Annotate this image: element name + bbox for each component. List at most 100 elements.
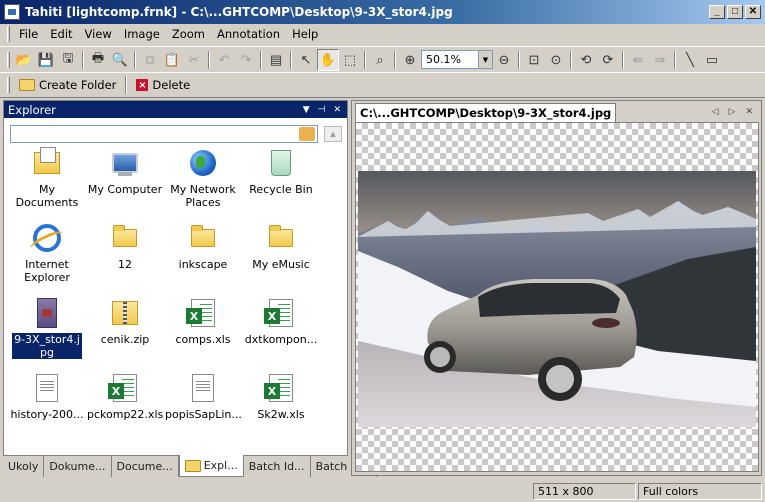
explorer-title: Explorer [8, 102, 56, 117]
close-panel-icon[interactable]: ✕ [333, 105, 341, 115]
fit-window-icon[interactable]: ⊡ [523, 49, 545, 71]
scroll-tabs-right-icon[interactable]: ▷ [729, 106, 736, 117]
next-page-icon[interactable]: ⇛ [649, 49, 671, 71]
folder-icon [19, 79, 35, 91]
file-item-my-documents[interactable]: My Documents [8, 147, 86, 209]
app-icon [4, 4, 20, 20]
explorer-panel: Explorer ▼ ⊣ ✕ ▲ My Documents My Compute… [3, 100, 348, 476]
explorer-header: Explorer ▼ ⊣ ✕ [4, 101, 347, 118]
file-label: 9-3X_stor4.jpg [12, 333, 82, 359]
image-canvas[interactable] [355, 122, 759, 472]
scroll-tabs-left-icon[interactable]: ◁ [712, 106, 719, 117]
rotate-left-icon[interactable]: ⟲ [575, 49, 597, 71]
separator [134, 50, 136, 69]
file-item-comps-xls[interactable]: comps.xls [164, 297, 242, 346]
file-item-jpg-selected[interactable]: 9-3X_stor4.jpg [8, 297, 86, 359]
file-item-recycle-bin[interactable]: Recycle Bin [242, 147, 320, 196]
file-item-internet-explorer[interactable]: Internet Explorer [8, 222, 86, 284]
paste-icon[interactable]: 📋 [161, 49, 183, 71]
file-item-folder-inkscape[interactable]: inkscape [164, 222, 242, 271]
file-item-sk2w[interactable]: Sk2w.xls [242, 372, 320, 421]
copy-icon[interactable]: ⧉ [139, 49, 161, 71]
file-label: dxtkompon... [244, 333, 318, 346]
address-input[interactable] [10, 125, 318, 143]
selection-rect-icon[interactable]: ⬚ [339, 49, 361, 71]
print-preview-icon[interactable]: 🔍 [109, 49, 131, 71]
recycle-bin-icon [265, 147, 297, 179]
document-tab[interactable]: C:\...GHTCOMP\Desktop\9-3X_stor4.jpg [355, 103, 617, 122]
rotate-right-icon[interactable]: ⟳ [597, 49, 619, 71]
menu-view[interactable]: View [79, 27, 118, 41]
my-documents-icon [31, 147, 63, 179]
dropdown-icon[interactable]: ▼ [303, 105, 310, 115]
line-tool-icon[interactable]: ╲ [679, 49, 701, 71]
file-item-folder-12[interactable]: 12 [86, 222, 164, 271]
file-item-my-computer[interactable]: My Computer [86, 147, 164, 196]
save-as-icon[interactable]: 🖫 [57, 49, 79, 71]
menu-annotation[interactable]: Annotation [211, 27, 286, 41]
rear-light [592, 318, 620, 328]
maximize-button[interactable]: □ [727, 5, 743, 19]
toolbar-grip[interactable] [7, 51, 10, 68]
hand-pan-icon[interactable]: ✋ [317, 48, 339, 71]
menu-file[interactable]: File [13, 27, 44, 41]
excel-file-icon [186, 297, 219, 329]
tab-explorer[interactable]: Expl... [178, 455, 244, 477]
file-item-folder-my-emusic[interactable]: My eMusic [242, 222, 320, 271]
close-button[interactable]: ✕ [745, 5, 761, 19]
file-item-popissaplin[interactable]: popisSapLin... [164, 372, 242, 421]
zoom-select[interactable]: 50.1% ▼ [421, 50, 493, 69]
cut-icon[interactable]: ✂ [183, 49, 205, 71]
explorer-toolbar: Create Folder × Delete [0, 72, 765, 98]
chevron-down-icon[interactable]: ▼ [478, 51, 492, 68]
tab-batch-id[interactable]: Batch Id... [244, 456, 311, 477]
rectangle-tool-icon[interactable]: ▭ [701, 49, 723, 71]
open-icon[interactable]: 📂 [13, 49, 35, 71]
save-icon[interactable]: 💾 [35, 49, 57, 71]
print-icon[interactable]: 🖶 [87, 49, 109, 71]
panel-tab-strip: Ukoly Dokume... Docume... Expl... Batch … [3, 455, 377, 477]
file-item-network-places[interactable]: My Network Places [164, 147, 242, 209]
menu-zoom[interactable]: Zoom [166, 27, 211, 41]
text-file-icon [187, 372, 219, 404]
close-document-icon[interactable]: ✕ [745, 106, 753, 117]
actual-size-icon[interactable]: ⊙ [545, 49, 567, 71]
up-folder-button[interactable]: ▲ [324, 126, 342, 142]
delete-label: Delete [152, 78, 191, 92]
menu-help[interactable]: Help [286, 27, 324, 41]
separator [518, 50, 520, 69]
zoom-out-icon[interactable]: ⊖ [493, 49, 515, 71]
zoom-in-icon[interactable]: ⊕ [399, 49, 421, 71]
tab-ukoly[interactable]: Ukoly [3, 456, 45, 477]
tab-docume[interactable]: Docume... [112, 456, 179, 477]
file-grid: My Documents My Computer My Network Plac… [8, 147, 343, 457]
image-viewer: C:\...GHTCOMP\Desktop\9-3X_stor4.jpg ◁ ▷… [351, 100, 762, 476]
menu-image[interactable]: Image [118, 27, 166, 41]
toolbar2-grip[interactable] [7, 77, 10, 93]
file-label: My Documents [15, 183, 79, 209]
zoom-tool-icon[interactable]: ⌕ [369, 49, 391, 71]
car-windows [478, 283, 620, 317]
file-item-history[interactable]: history-200... [8, 372, 86, 421]
menu-edit[interactable]: Edit [44, 27, 78, 41]
folder-icon [109, 222, 141, 254]
delete-button[interactable]: × Delete [130, 78, 196, 92]
file-item-dxtkompon[interactable]: dxtkompon... [242, 297, 320, 346]
undo-icon[interactable]: ↶ [213, 49, 235, 71]
document-tab-bar: C:\...GHTCOMP\Desktop\9-3X_stor4.jpg ◁ ▷… [352, 101, 761, 122]
pin-icon[interactable]: ⊣ [318, 105, 326, 115]
create-folder-button[interactable]: Create Folder [13, 78, 122, 92]
go-icon[interactable] [299, 127, 315, 141]
color-mode: Full colors [638, 483, 762, 500]
tab-dokume[interactable]: Dokume... [44, 456, 112, 477]
layers-icon[interactable]: ▤ [265, 49, 287, 71]
minimize-button[interactable]: _ [709, 5, 725, 19]
previous-page-icon[interactable]: ⇚ [627, 49, 649, 71]
file-item-cenik-zip[interactable]: cenik.zip [86, 297, 164, 346]
pointer-icon[interactable]: ↖ [295, 49, 317, 71]
separator [570, 50, 572, 69]
file-item-pckomp22[interactable]: pckomp22.xls [86, 372, 164, 421]
menubar-grip[interactable] [7, 26, 10, 42]
redo-icon[interactable]: ↷ [235, 49, 257, 71]
file-label: popisSapLin... [165, 408, 242, 421]
